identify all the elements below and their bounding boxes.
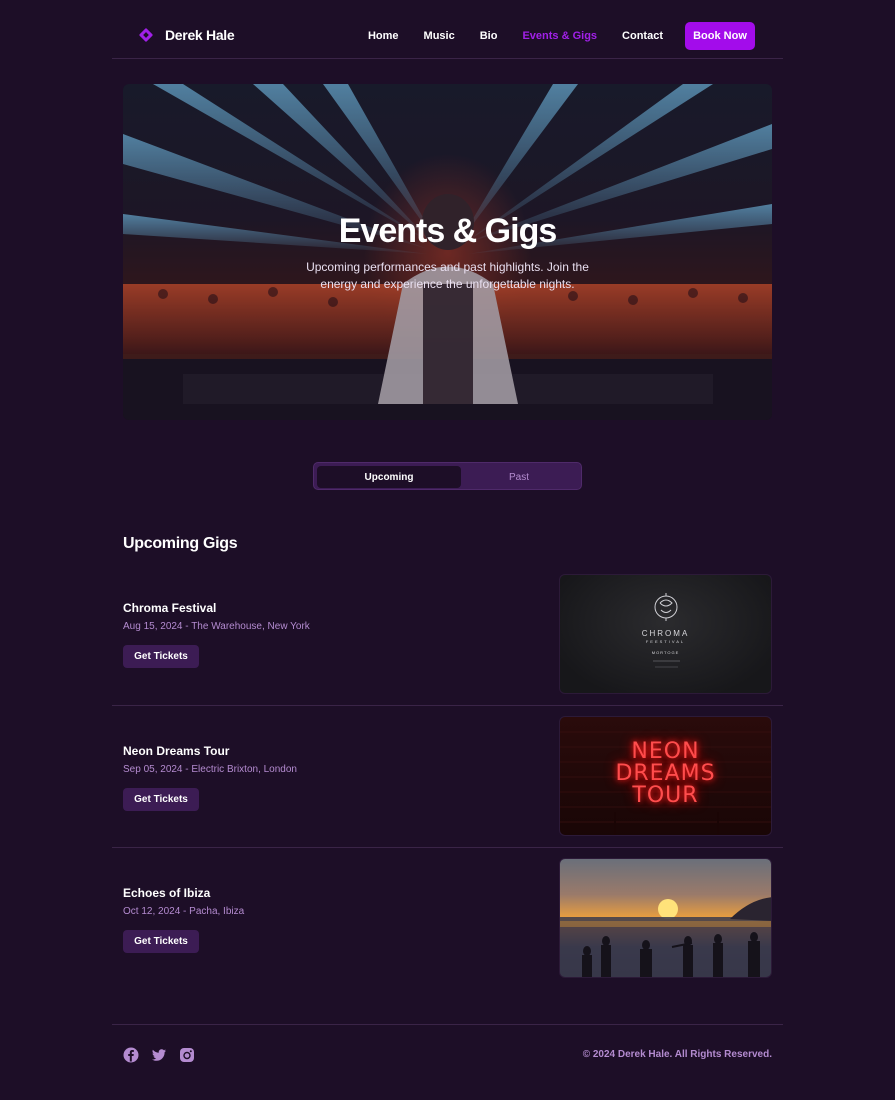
facebook-icon[interactable] bbox=[123, 1047, 139, 1063]
poster-subtitle: FEESTIVAL bbox=[645, 639, 686, 644]
gig-date-venue: Sep 05, 2024 - Electric Brixton, London bbox=[123, 764, 297, 775]
gig-name: Chroma Festival bbox=[123, 601, 217, 615]
nav-home[interactable]: Home bbox=[368, 22, 399, 50]
logo[interactable]: Derek Hale bbox=[138, 27, 235, 43]
nav-bio[interactable]: Bio bbox=[480, 22, 498, 50]
get-tickets-button[interactable]: Get Tickets bbox=[123, 788, 199, 811]
hero-subtitle: Upcoming performances and past highlight… bbox=[306, 260, 589, 291]
neon-sign-text: NEON DREAMS TOUR bbox=[615, 739, 716, 808]
instagram-icon[interactable] bbox=[179, 1047, 195, 1063]
nav-contact[interactable]: Contact bbox=[622, 22, 663, 50]
twitter-icon[interactable] bbox=[151, 1047, 167, 1063]
gig-name: Echoes of Ibiza bbox=[123, 886, 211, 900]
nav-events-gigs[interactable]: Events & Gigs bbox=[522, 22, 597, 50]
events-tab-switcher: Past Upcoming bbox=[313, 462, 582, 490]
poster-title: CHROMA bbox=[641, 629, 690, 638]
tab-upcoming[interactable]: Upcoming bbox=[317, 466, 461, 488]
diamond-logo-icon bbox=[138, 27, 154, 43]
chroma-festival-poster[interactable]: CHROMA FEESTIVAL MORTOGE bbox=[559, 574, 772, 694]
book-now-button[interactable]: Book Now bbox=[685, 22, 755, 50]
gig-date-venue: Aug 15, 2024 - The Warehouse, New York bbox=[123, 621, 310, 632]
ibiza-sunset-image[interactable] bbox=[559, 858, 772, 978]
neon-dreams-poster[interactable]: NEON DREAMS TOUR bbox=[559, 716, 772, 836]
nav-music[interactable]: Music bbox=[424, 22, 455, 50]
row-divider bbox=[112, 705, 783, 706]
section-title: Upcoming Gigs bbox=[123, 535, 238, 552]
get-tickets-button[interactable]: Get Tickets bbox=[123, 645, 199, 668]
tab-past[interactable]: Past bbox=[447, 466, 591, 488]
site-header: Derek Hale Home Music Bio Events & Gigs … bbox=[112, 0, 783, 59]
gig-name: Neon Dreams Tour bbox=[123, 744, 230, 758]
poster-tag: MORTOGE bbox=[651, 650, 680, 655]
page-title: Events & Gigs bbox=[338, 212, 558, 250]
copyright-text: © 2024 Derek Hale. All Rights Reserved. bbox=[582, 1049, 772, 1060]
brand-name: Derek Hale bbox=[165, 27, 235, 43]
footer-divider bbox=[112, 1024, 783, 1025]
get-tickets-button[interactable]: Get Tickets bbox=[123, 930, 199, 953]
row-divider bbox=[112, 847, 783, 848]
hero-banner: Events & Gigs Upcoming performances and … bbox=[123, 84, 772, 420]
sunset-silhouettes bbox=[560, 897, 771, 977]
gig-date-venue: Oct 12, 2024 - Pacha, Ibiza bbox=[123, 906, 245, 917]
main-nav: Home Music Bio Events & Gigs Contact Boo… bbox=[368, 22, 783, 50]
